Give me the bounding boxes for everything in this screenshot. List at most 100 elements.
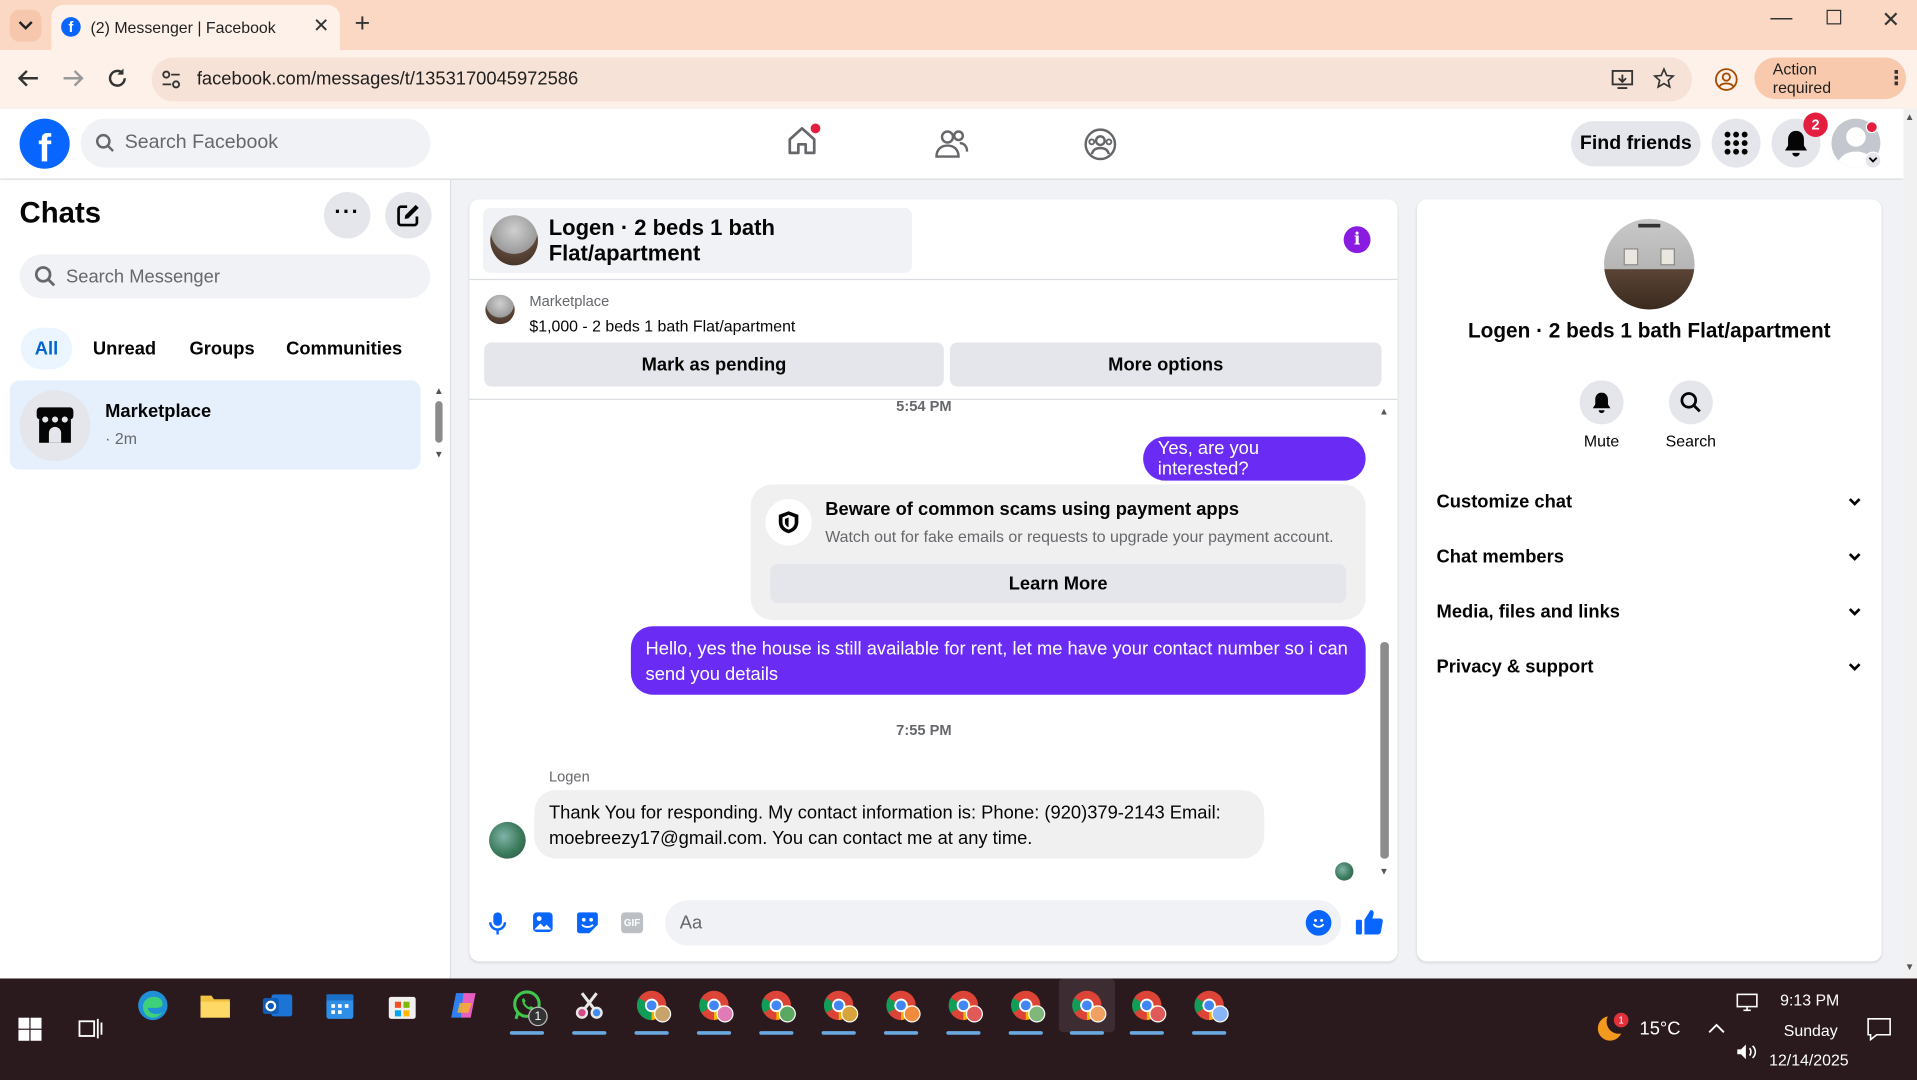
outlook-taskbar-icon[interactable] [253,981,302,1030]
forward-arrow-icon[interactable] [62,68,84,88]
scroll-down-icon[interactable]: ▼ [434,449,444,460]
new-tab-button[interactable]: + [355,7,371,39]
close-window-button[interactable]: ✕ [1882,7,1900,33]
calendar-taskbar-icon[interactable] [315,981,364,1030]
chrome-taskbar-icon[interactable] [690,981,739,1035]
filter-all[interactable]: All [20,327,73,370]
snipping-tool-taskbar-icon[interactable] [565,981,614,1035]
copilot-taskbar-icon[interactable] [440,981,489,1030]
volume-icon[interactable] [1736,1043,1758,1060]
scroll-up-icon[interactable]: ▲ [1379,406,1389,417]
chats-options-button[interactable]: ··· [323,192,371,239]
weather-widget[interactable]: 1 [1597,1012,1631,1047]
page-scrollbar[interactable]: ▲ ▼ [1903,108,1917,979]
tab-search-button[interactable] [9,9,42,42]
find-friends-button[interactable]: Find friends [1571,121,1701,167]
network-icon[interactable] [1736,993,1758,1012]
timestamp: 5:54 PM [896,397,952,415]
chat-list-item[interactable]: Marketplace · 2m [9,380,421,470]
conversation-header[interactable]: Logen · 2 beds 1 bath Flat/apartment [482,207,913,273]
facebook-logo[interactable]: f [19,118,70,170]
scroll-up-icon[interactable]: ▲ [434,385,444,396]
photo-icon[interactable] [532,911,554,933]
store-taskbar-icon[interactable] [378,981,427,1030]
mute-button[interactable] [1579,380,1624,425]
incoming-message[interactable]: Thank You for responding. My contact inf… [534,790,1265,859]
install-app-icon[interactable] [1611,68,1634,90]
restore-button[interactable] [1826,9,1842,25]
groups-icon[interactable] [1083,127,1117,161]
messages-scrollbar[interactable]: ▲ ▼ [1378,406,1393,878]
facebook-search[interactable]: Search Facebook [80,118,431,168]
filter-unread[interactable]: Unread [93,339,156,360]
sticker-icon[interactable] [576,911,599,934]
scroll-up-icon[interactable]: ▲ [1905,111,1915,122]
task-view-icon[interactable] [78,1018,103,1040]
clock-date[interactable]: 12/14/2025 [1769,1051,1849,1069]
windows-start-icon[interactable] [18,1017,42,1041]
message-input[interactable]: Aa [665,900,1342,946]
learn-more-button[interactable]: Learn More [770,563,1347,603]
edge-taskbar-icon[interactable] [128,981,177,1030]
chrome-taskbar-icon-active[interactable] [1058,978,1116,1035]
back-arrow-icon[interactable] [17,68,39,88]
clock-day[interactable]: Sunday [1784,1021,1838,1039]
menu-button[interactable] [1711,118,1761,168]
profile-icon[interactable] [1714,67,1738,91]
chrome-taskbar-icon[interactable] [752,981,801,1035]
friends-icon[interactable] [934,128,969,160]
tab-close-icon[interactable]: ✕ [313,13,329,37]
chrome-taskbar-icon[interactable] [1001,981,1050,1035]
address-bar[interactable]: facebook.com/messages/t/1353170045972586 [151,57,1693,102]
gif-icon[interactable]: GIF [621,912,644,934]
chrome-taskbar-icon[interactable] [814,981,863,1035]
clock-time[interactable]: 9:13 PM [1780,991,1839,1009]
microphone-icon[interactable] [489,911,507,935]
chat-list-scrollbar[interactable]: ▲ ▼ [434,385,444,461]
nav-home[interactable] [778,123,827,163]
section-chat-members[interactable]: Chat members [1427,536,1872,578]
section-label: Media, files and links [1436,601,1621,622]
temperature: 15°C [1639,1018,1681,1040]
account-chevron[interactable] [1864,151,1882,169]
emoji-icon[interactable] [1305,909,1332,936]
file-explorer-taskbar-icon[interactable] [191,981,240,1030]
chrome-taskbar-icon[interactable] [627,981,676,1035]
chevron-up-icon[interactable] [1708,1023,1725,1034]
action-required-button[interactable]: Action required ⋮ [1754,57,1907,100]
section-privacy-support[interactable]: Privacy & support [1427,646,1872,688]
chrome-taskbar-icon[interactable] [1185,981,1234,1035]
sender-avatar[interactable] [489,821,526,859]
scam-warning-card: Beware of common scams using payment app… [750,484,1366,621]
filter-groups[interactable]: Groups [190,339,255,360]
notification-center-icon[interactable] [1867,1018,1891,1041]
shield-icon [778,511,799,534]
more-options-button[interactable]: More options [949,342,1382,387]
section-customize-chat[interactable]: Customize chat [1427,481,1872,523]
scroll-thumb[interactable] [435,401,443,443]
running-indicator [572,1031,607,1035]
filter-communities[interactable]: Communities [286,339,402,360]
marketplace-store-icon [36,407,74,443]
mark-as-pending-button[interactable]: Mark as pending [484,342,944,387]
search-in-chat-button[interactable] [1668,380,1713,425]
chrome-taskbar-icon[interactable] [1122,981,1171,1035]
info-button[interactable]: i [1343,226,1371,254]
site-settings-icon[interactable] [161,70,181,90]
section-media-files-links[interactable]: Media, files and links [1427,591,1872,633]
thumbs-up-icon[interactable] [1355,909,1384,936]
chrome-taskbar-icon[interactable] [939,981,988,1035]
chrome-taskbar-icon[interactable] [877,981,926,1035]
new-message-button[interactable] [385,192,432,239]
outgoing-message[interactable]: Hello, yes the house is still available … [630,626,1366,695]
browser-tab[interactable]: f (2) Messenger | Facebook ✕ [51,4,340,51]
messenger-search[interactable]: Search Messenger [19,254,431,299]
reload-icon[interactable] [106,67,128,89]
minimize-button[interactable]: — [1770,5,1792,31]
outgoing-message[interactable]: Yes, are you interested? [1143,436,1366,481]
whatsapp-taskbar-icon[interactable]: 1 [502,981,551,1035]
scroll-down-icon[interactable]: ▼ [1379,866,1389,877]
bookmark-star-icon[interactable] [1652,67,1675,89]
scroll-down-icon[interactable]: ▼ [1905,961,1915,972]
scroll-thumb[interactable] [1380,642,1389,859]
